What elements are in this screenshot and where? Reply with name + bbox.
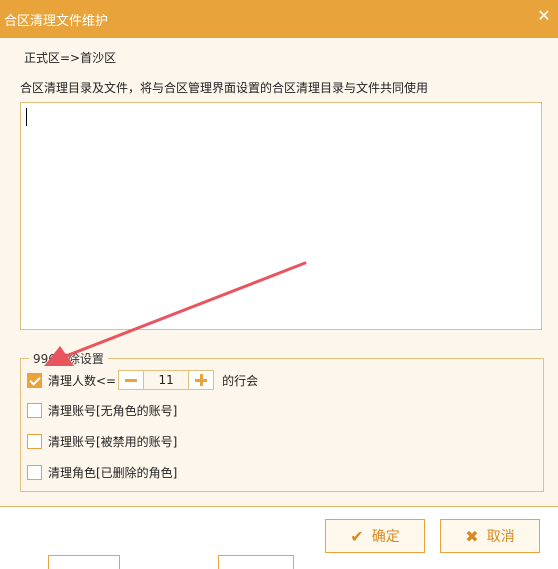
clean-disabled-account-label: 清理账号[被禁用的账号] <box>48 434 178 449</box>
title-bar: 合区清理文件维护 ✕ <box>0 0 558 38</box>
ok-button[interactable]: ✔ 确定 <box>325 519 425 553</box>
clean-no-role-account-checkbox[interactable] <box>27 402 42 418</box>
clean-member-count-checkbox[interactable] <box>27 372 42 388</box>
text-caret <box>26 108 27 126</box>
member-count-value[interactable]: 11 <box>144 370 189 390</box>
increment-button[interactable] <box>188 370 215 390</box>
cleanup-paths-textarea[interactable] <box>20 102 542 330</box>
description-text: 合区清理目录及文件，将与合区管理界面设置的合区清理目录与文件共同使用 <box>20 81 429 95</box>
clean-disabled-account-checkbox[interactable] <box>27 433 42 449</box>
ok-button-label: 确定 <box>371 529 400 545</box>
clean-deleted-role-label: 清理角色[已删除的角色] <box>48 465 178 480</box>
decrement-button[interactable] <box>118 370 145 390</box>
cross-icon: ✖ <box>465 526 479 546</box>
cleanup-settings-legend: 996清除设置 <box>33 352 104 366</box>
breadcrumb: 正式区=>首沙区 <box>24 51 117 65</box>
plus-icon-vertical <box>200 374 204 386</box>
close-icon[interactable]: ✕ <box>536 8 552 24</box>
minus-icon <box>125 379 138 382</box>
background-button-edge-right <box>218 555 294 569</box>
clean-deleted-role-checkbox[interactable] <box>27 464 42 480</box>
guild-suffix-label: 的行会 <box>222 373 259 388</box>
clean-disabled-account-row: 清理账号[被禁用的账号] <box>27 432 177 450</box>
member-count-stepper: 11 <box>118 370 215 390</box>
clean-member-count-label: 清理人数<= <box>48 373 117 388</box>
clean-no-role-account-row: 清理账号[无角色的账号] <box>27 401 177 419</box>
check-icon: ✔ <box>350 526 364 546</box>
background-button-edge-left <box>48 555 120 569</box>
cancel-button-label: 取消 <box>486 529 515 545</box>
clean-no-role-account-label: 清理账号[无角色的账号] <box>48 403 178 418</box>
clean-member-count-row: 清理人数<= 11 的行会 <box>27 370 259 390</box>
clean-deleted-role-row: 清理角色[已删除的角色] <box>27 463 177 481</box>
window-title: 合区清理文件维护 <box>4 14 109 29</box>
cancel-button[interactable]: ✖ 取消 <box>440 519 540 553</box>
